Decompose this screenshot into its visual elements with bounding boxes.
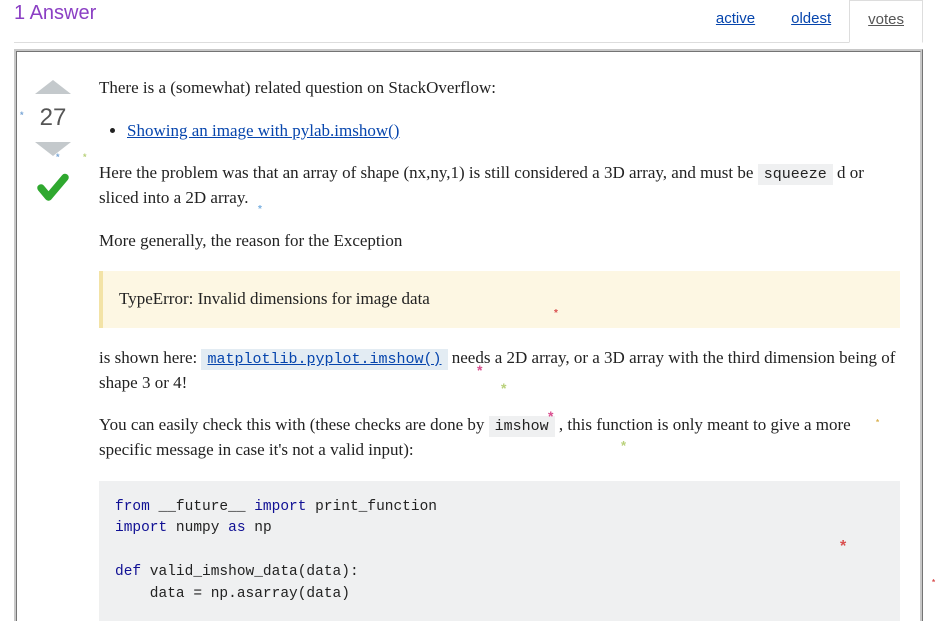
vote-column: 27 [25, 76, 81, 621]
code-imshow: imshow [489, 416, 555, 437]
error-text: TypeError: Invalid dimensions for image … [119, 289, 430, 308]
code-text: print_function [306, 499, 437, 515]
link-showing-image[interactable]: Showing an image with pylab.imshow() [127, 121, 399, 140]
link-matplotlib-imshow[interactable]: matplotlib.pyplot.imshow() [201, 348, 447, 367]
code-text: data = np.asarray(data) [115, 586, 350, 602]
code-matplotlib: matplotlib.pyplot.imshow() [201, 349, 447, 370]
paragraph-here: Here the problem was that an array of sh… [99, 161, 900, 210]
code-text: valid_imshow_data(data): [141, 564, 359, 580]
answers-header: 1 Answer active oldest votes [14, 0, 923, 43]
related-links-list: Showing an image with pylab.imshow() [127, 119, 900, 144]
sort-tabs: active oldest votes [698, 0, 923, 42]
list-item: Showing an image with pylab.imshow() [127, 119, 900, 144]
tab-active[interactable]: active [698, 0, 773, 42]
accepted-check-icon [35, 170, 71, 211]
answer-body: There is a (somewhat) related question o… [81, 76, 900, 621]
paragraph-easily: You can easily check this with (these ch… [99, 413, 900, 462]
text: is shown here: [99, 348, 201, 367]
paragraph-more-generally: More generally, the reason for the Excep… [99, 229, 900, 254]
answer: 27 There is a (somewhat) related questio… [14, 49, 923, 621]
tab-votes[interactable]: votes [849, 0, 923, 43]
error-blockquote: TypeError: Invalid dimensions for image … [99, 271, 900, 328]
paragraph-intro: There is a (somewhat) related question o… [99, 76, 900, 101]
code-text: numpy [167, 520, 228, 536]
paragraph-isshown: is shown here: matplotlib.pyplot.imshow(… [99, 346, 900, 395]
code-kw: import [115, 520, 167, 536]
code-text: __future__ [150, 499, 254, 515]
tab-oldest[interactable]: oldest [773, 0, 849, 42]
text: Here the problem was that an array of sh… [99, 163, 758, 182]
code-text: np [246, 520, 272, 536]
downvote-button[interactable] [35, 142, 71, 156]
vote-score: 27 [40, 104, 67, 132]
code-squeeze: squeeze [758, 164, 833, 185]
code-kw: def [115, 564, 141, 580]
code-kw: import [254, 499, 306, 515]
answer-count: 1 Answer [14, 0, 698, 37]
code-kw: as [228, 520, 245, 536]
code-kw: from [115, 499, 150, 515]
text: You can easily check this with (these ch… [99, 415, 489, 434]
upvote-button[interactable] [35, 80, 71, 94]
